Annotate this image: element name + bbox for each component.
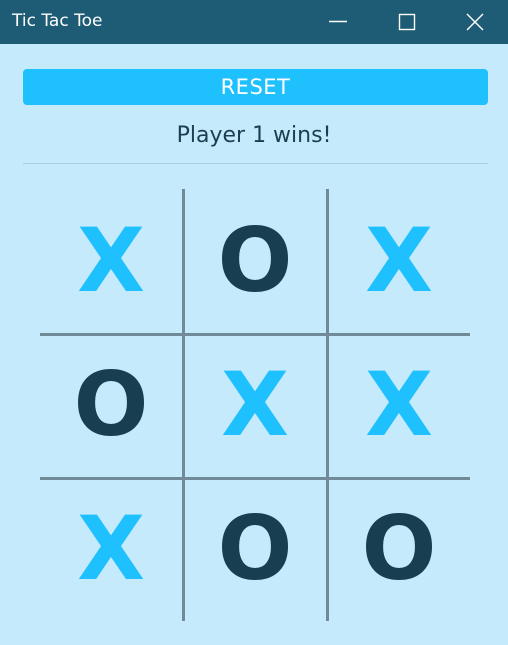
maximize-button[interactable] xyxy=(383,0,429,44)
game-board: X O X O X X X O O xyxy=(40,189,470,621)
board-cell-r3c2[interactable]: O xyxy=(184,477,326,619)
maximize-icon xyxy=(398,13,416,31)
board-cell-r2c2[interactable]: X xyxy=(184,333,326,475)
game-status: Player 1 wins! xyxy=(176,123,332,148)
board-cell-r3c1[interactable]: X xyxy=(40,477,182,619)
reset-button[interactable]: RESET xyxy=(23,69,488,105)
minimize-button[interactable] xyxy=(314,0,360,44)
title-bar: Tic Tac Toe xyxy=(0,0,508,44)
board-cell-r2c1[interactable]: O xyxy=(40,333,182,475)
board-cell-r2c3[interactable]: X xyxy=(328,333,470,475)
app-window: Tic Tac Toe RESET Player 1 wins! X O X O… xyxy=(0,0,508,645)
board-cell-r1c2[interactable]: O xyxy=(184,189,326,331)
minimize-icon xyxy=(329,20,347,23)
board-cell-r1c3[interactable]: X xyxy=(328,189,470,331)
close-button[interactable] xyxy=(452,0,498,44)
window-title: Tic Tac Toe xyxy=(12,11,103,31)
divider xyxy=(23,163,488,164)
board-cell-r1c1[interactable]: X xyxy=(40,189,182,331)
board-cell-r3c3[interactable]: O xyxy=(328,477,470,619)
close-icon xyxy=(466,13,484,31)
